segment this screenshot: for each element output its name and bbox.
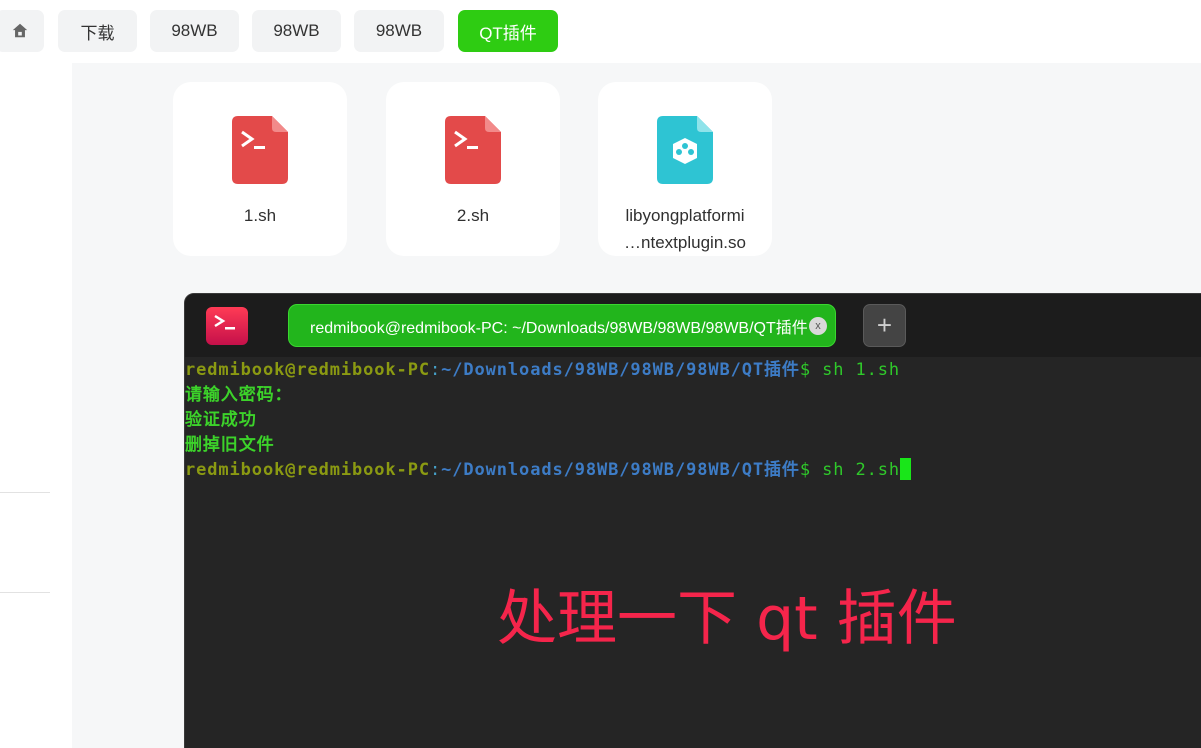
breadcrumb-item-downloads[interactable]: 下载 xyxy=(58,10,137,52)
breadcrumb-item-qt-plugins[interactable]: QT插件 xyxy=(458,10,558,52)
terminal-line: redmibook@redmibook-PC:~/Downloads/98WB/… xyxy=(185,360,901,380)
terminal-tab-title: redmibook@redmibook-PC: ~/Downloads/98WB… xyxy=(310,319,808,337)
file-item-1-sh[interactable]: 1.sh xyxy=(173,82,347,256)
close-tab-icon[interactable]: x xyxy=(809,317,827,335)
terminal-titlebar[interactable]: redmibook@redmibook-PC: ~/Downloads/98WB… xyxy=(185,294,1201,357)
file-name-line-2: …ntextplugin.so xyxy=(624,233,746,252)
terminal-tab[interactable]: redmibook@redmibook-PC: ~/Downloads/98WB… xyxy=(288,304,836,347)
file-item-libyongplatform-so[interactable]: libyongplatformi …ntextplugin.so xyxy=(598,82,772,256)
terminal-line: 验证成功 xyxy=(185,410,257,430)
terminal-line: 请输入密码： xyxy=(185,385,293,405)
file-name-line-1: libyongplatformi xyxy=(625,206,745,225)
home-icon xyxy=(12,23,28,38)
new-tab-button[interactable]: + xyxy=(863,304,906,347)
terminal-cursor xyxy=(900,458,912,480)
terminal-window[interactable]: redmibook@redmibook-PC: ~/Downloads/98WB… xyxy=(184,293,1201,748)
home-button[interactable] xyxy=(0,10,44,52)
breadcrumb-item-98wb-1[interactable]: 98WB xyxy=(150,10,239,52)
terminal-line: redmibook@redmibook-PC:~/Downloads/98WB/… xyxy=(185,458,1201,483)
shell-script-file-icon xyxy=(232,116,288,184)
terminal-app-icon xyxy=(206,307,248,345)
breadcrumb-item-98wb-2[interactable]: 98WB xyxy=(252,10,341,52)
sidebar-divider xyxy=(0,592,50,593)
file-item-2-sh[interactable]: 2.sh xyxy=(386,82,560,256)
sidebar-divider xyxy=(0,492,50,493)
shared-library-file-icon xyxy=(657,116,713,184)
file-name: libyongplatformi …ntextplugin.so xyxy=(604,202,766,256)
terminal-output[interactable]: redmibook@redmibook-PC:~/Downloads/98WB/… xyxy=(185,358,1201,483)
sidebar xyxy=(0,63,72,748)
terminal-line: 删掉旧文件 xyxy=(185,435,275,455)
breadcrumb-item-98wb-3[interactable]: 98WB xyxy=(354,10,444,52)
overlay-caption: 处理一下 qt 插件 xyxy=(497,584,957,654)
breadcrumb: 下载 98WB 98WB 98WB QT插件 xyxy=(0,0,1201,63)
file-name: 1.sh xyxy=(243,206,277,225)
shell-script-file-icon xyxy=(445,116,501,184)
file-name: 2.sh xyxy=(456,206,490,225)
